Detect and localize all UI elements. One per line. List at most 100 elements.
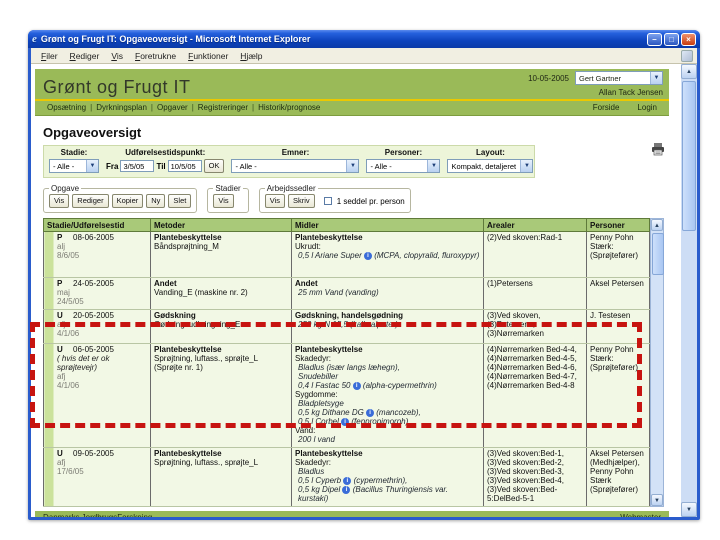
user-select-value: Gert Gartner: [579, 73, 622, 83]
fra-label: Fra: [106, 161, 119, 171]
nav-opgaver[interactable]: Opgaver: [153, 103, 192, 112]
scroll-up-icon[interactable]: ▲: [681, 64, 697, 79]
window-scrollbar-thumb[interactable]: [682, 81, 696, 231]
page-title: Opgaveoversigt: [43, 125, 142, 140]
til-date-input[interactable]: [167, 160, 202, 172]
col-header-arealer: Arealer: [483, 218, 587, 232]
print-icon[interactable]: [651, 143, 665, 161]
opgave-ny-button[interactable]: Ny: [146, 194, 166, 208]
stadie-filter-label: Stadie:: [60, 148, 88, 157]
nav-registreringer[interactable]: Registreringer: [194, 103, 252, 112]
info-icon[interactable]: i: [366, 409, 375, 417]
menu-hj-lp[interactable]: Hjælp: [234, 50, 268, 62]
stadie-line: U 09-05-2005: [57, 449, 147, 458]
cell-personer: Aksel Petersen: [586, 277, 650, 310]
table-scrollbar-thumb[interactable]: [652, 233, 664, 275]
cell-midler: Andet 25 mm Vand (vanding): [291, 277, 484, 310]
midler-line: 250 kg N 15,5 (kalksalpeter): [298, 320, 399, 329]
minimize-button[interactable]: –: [647, 32, 662, 46]
cell-personer: J. Testesen: [586, 309, 650, 344]
webmaster-link[interactable]: Webmaster: [620, 513, 661, 517]
areal-line: (3)Ved skoven:Bed-1,: [487, 449, 564, 458]
midler-product-line: 0,5 kg Dipel i (Bacillus Thuringiensis v…: [295, 485, 480, 503]
metoder-title: Plantebeskyttelse: [154, 449, 222, 458]
stadie-select[interactable]: - Alle - ▼: [49, 159, 99, 173]
nav-right: Forside Login: [589, 103, 661, 112]
cell-stadie: U 09-05-2005 afj 17/6/05: [43, 447, 151, 507]
opgave-group: Opgave Vis Rediger Kopier Ny Slet: [43, 184, 198, 213]
opgave-kopier-button[interactable]: Kopier: [111, 194, 144, 208]
info-icon[interactable]: i: [363, 252, 372, 260]
midler-title: Plantebeskyttelse: [295, 345, 363, 354]
footer-organisation-link[interactable]: Danmarks JordbrugsForskning: [43, 513, 152, 517]
person-line: Penny Pohn: [590, 345, 634, 354]
close-button[interactable]: ×: [681, 32, 696, 46]
opgave-slet-button[interactable]: Slet: [168, 194, 192, 208]
table-scrollbar[interactable]: ▲ ▼: [650, 218, 664, 507]
menu-foretrukne[interactable]: Foretrukne: [129, 50, 182, 62]
cell-arealer: (3)Ved skoven, (3)Petersens, (3)Nørremarke…: [483, 309, 587, 344]
product-actives: (mancozeb),: [374, 408, 421, 417]
menu-vis[interactable]: Vis: [105, 50, 129, 62]
nav-login[interactable]: Login: [633, 103, 661, 112]
menu-items: Filer Rediger Vis Foretrukne Funktioner Hjælp: [35, 50, 269, 62]
midler-title: Gødskning, handelsgødning: [295, 311, 403, 320]
internet-explorer-icon: e: [32, 33, 37, 45]
areal-line: (4)Nørremarken Bed-4-8: [487, 381, 575, 390]
stadie-created: 24/5/05: [57, 297, 84, 306]
areal-line: (3)Ved skoven:Bed-4,: [487, 476, 564, 485]
stadie-date: 24-05-2005: [73, 279, 114, 288]
menu-filer[interactable]: Filer: [35, 50, 64, 62]
personer-filter-label: Personer:: [384, 148, 423, 157]
ok-button[interactable]: OK: [203, 159, 225, 173]
midler-label: Skadedyr:: [295, 458, 332, 467]
maximize-button[interactable]: □: [664, 32, 679, 46]
scroll-down-icon[interactable]: ▼: [681, 502, 697, 517]
personer-select[interactable]: - Alle - ▼: [366, 159, 441, 173]
col-header-personer: Personer: [586, 218, 650, 232]
cell-midler: Gødskning, handelsgødning 250 kg N 15,5 (…: [291, 309, 484, 344]
opgave-rediger-button[interactable]: Rediger: [72, 194, 109, 208]
areal-line: (4)Nørremarken Bed-4-5,: [487, 354, 577, 363]
table-row[interactable]: P 24-05-2005 maj 24/5/05 Andet Vanding_E (mas…: [43, 277, 650, 310]
arbejdssedler-skriv-button[interactable]: Skriv: [288, 194, 315, 208]
opgave-vis-button[interactable]: Vis: [49, 194, 70, 208]
arbejdssedler-vis-button[interactable]: Vis: [264, 194, 286, 208]
stadier-buttons: Vis: [213, 194, 242, 208]
person-line: J. Testesen: [590, 311, 631, 320]
task-table-wrap: Stadie/Udførelsestid Metoder Midler Arealer…: [43, 218, 664, 507]
nav-dyrkningsplan[interactable]: Dyrkningsplan: [92, 103, 151, 112]
nav-ops-tning[interactable]: Opsætning: [43, 103, 90, 112]
cell-personer: Aksel Petersen (Medhjælper), Penny Pohn Stæ…: [586, 447, 650, 507]
table-header-row: Stadie/Udførelsestid Metoder Midler Arealer…: [43, 218, 650, 232]
table-row[interactable]: P 08-06-2005 alj 8/6/05 Plantebeskyttelse Bån…: [43, 231, 650, 278]
areal-line: (4)Nørremarken Bed-4-4,: [487, 345, 577, 354]
emner-select[interactable]: - Alle - ▼: [231, 159, 360, 173]
filter-panel: Stadie: - Alle - ▼ Udførelsestidspunkt: …: [43, 145, 535, 178]
fra-date-input[interactable]: [120, 160, 155, 172]
layout-select[interactable]: Kompakt, detaljeret ▼: [447, 159, 534, 173]
window-title: Grønt og Frugt IT: Opgaveoversigt - Micr…: [40, 34, 311, 44]
table-row[interactable]: U 20-05-2005 afj 4/1/06 Gødskning Gødningsudb…: [43, 309, 650, 344]
table-row[interactable]: U 06-05-2005( hvis det er ok sprøjtevejr)…: [43, 343, 650, 448]
nav-forside[interactable]: Forside: [589, 103, 624, 112]
info-icon[interactable]: i: [352, 382, 361, 390]
scroll-down-icon[interactable]: ▼: [651, 494, 663, 506]
midler-product-line: 0,4 l Fastac 50 i (alpha-cypermethrin): [295, 381, 480, 390]
areal-line: (3)Ved skoven:Bed-3,: [487, 467, 564, 476]
user-select[interactable]: Gert Gartner ▼: [575, 71, 663, 85]
info-icon[interactable]: i: [341, 418, 350, 426]
layout-filter-label: Layout:: [476, 148, 505, 157]
person-line: (Sprøjtefører): [590, 485, 638, 494]
nav-historik-prognose[interactable]: Historik/prognose: [254, 103, 324, 112]
scroll-up-icon[interactable]: ▲: [651, 219, 663, 231]
person-line: Stærk: [590, 476, 612, 485]
stadie-initials: alj: [57, 242, 66, 251]
seddel-checkbox[interactable]: [323, 197, 332, 205]
table-row[interactable]: U 09-05-2005 afj 17/6/05 Plantebeskyttelse Sp…: [43, 447, 650, 507]
menu-funktioner[interactable]: Funktioner: [182, 50, 234, 62]
stadier-vis-button[interactable]: Vis: [213, 194, 234, 208]
window-scrollbar[interactable]: ▲ ▼: [681, 64, 697, 517]
stadie-date: 20-05-2005: [73, 311, 114, 320]
menu-rediger[interactable]: Rediger: [64, 50, 106, 62]
